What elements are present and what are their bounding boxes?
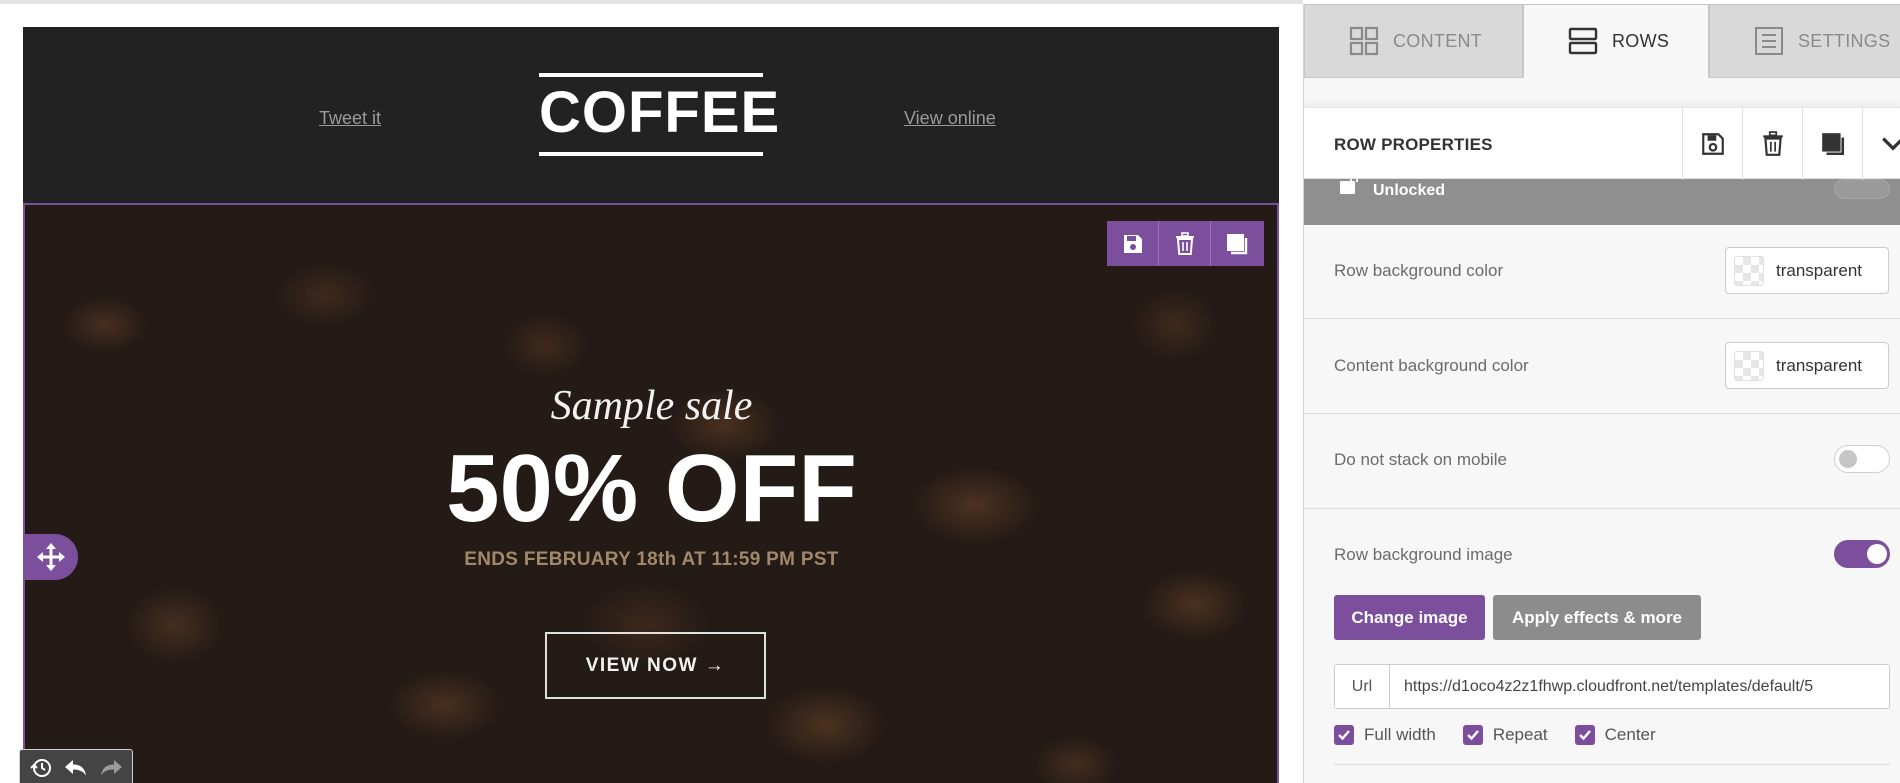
duplicate-icon xyxy=(1227,233,1248,254)
view-now-button[interactable]: VIEW NOW → xyxy=(545,632,766,699)
row-background-color-row: Row background color transparent xyxy=(1304,225,1900,319)
tab-content-label: CONTENT xyxy=(1393,30,1483,51)
grid-icon xyxy=(1349,26,1379,56)
full-width-checkbox[interactable]: Full width xyxy=(1334,725,1436,745)
panel-delete-button[interactable] xyxy=(1742,108,1802,180)
trash-icon xyxy=(1762,131,1783,156)
row-toolbar xyxy=(1107,221,1264,266)
toggle-knob xyxy=(1839,450,1857,468)
tab-settings[interactable]: SETTINGS xyxy=(1709,4,1900,78)
tab-content[interactable]: CONTENT xyxy=(1304,4,1523,78)
url-input[interactable]: https://d1oco4z2z1fhwp.cloudfront.net/te… xyxy=(1390,678,1813,696)
chevron-down-icon xyxy=(1881,137,1900,151)
properties-sidebar: CONTENT ROWS SETTINGS ROW PROPERTIES Unl… xyxy=(1303,4,1900,783)
row-background-color-value: transparent xyxy=(1776,260,1862,280)
save-icon xyxy=(1123,234,1142,253)
view-online-link[interactable]: View online xyxy=(904,108,996,129)
background-url-field[interactable]: Url https://d1oco4z2z1fhwp.cloudfront.ne… xyxy=(1334,664,1890,709)
history-icon xyxy=(30,759,52,777)
checkmark-icon xyxy=(1334,725,1354,745)
tab-rows-label: ROWS xyxy=(1612,30,1670,51)
toggle-knob xyxy=(1867,544,1887,564)
tab-settings-label: SETTINGS xyxy=(1798,30,1891,51)
row-background-image-toggle[interactable] xyxy=(1834,540,1890,568)
url-label: Url xyxy=(1335,665,1390,708)
unlock-icon xyxy=(1340,179,1358,194)
coffee-logo[interactable]: COFFEE xyxy=(539,73,781,156)
no-stack-mobile-row: Do not stack on mobile xyxy=(1304,415,1900,509)
row-duplicate-button[interactable] xyxy=(1211,221,1263,266)
sample-sale-text: Sample sale xyxy=(550,383,753,429)
tweet-link[interactable]: Tweet it xyxy=(319,108,381,129)
move-icon xyxy=(36,543,65,571)
redo-button[interactable] xyxy=(95,752,127,783)
panel-save-button[interactable] xyxy=(1682,108,1742,180)
lock-status-bar: Unlocked xyxy=(1304,179,1900,225)
change-image-button[interactable]: Change image xyxy=(1334,595,1485,640)
save-icon xyxy=(1701,133,1724,155)
row-move-handle[interactable] xyxy=(23,534,78,580)
repeat-checkbox[interactable]: Repeat xyxy=(1462,725,1548,745)
trash-icon xyxy=(1175,231,1194,255)
row-properties-title: ROW PROPERTIES xyxy=(1334,135,1493,154)
row-save-button[interactable] xyxy=(1107,221,1159,266)
email-canvas: Tweet it COFFEE View online Sample sale … xyxy=(0,4,1303,783)
full-width-label: Full width xyxy=(1364,725,1436,744)
logo-text: COFFEE xyxy=(539,80,781,145)
no-stack-mobile-label: Do not stack on mobile xyxy=(1334,450,1507,469)
history-toolbar xyxy=(19,749,133,783)
row-background-image-label: Row background image xyxy=(1334,545,1513,564)
unlocked-label: Unlocked xyxy=(1373,182,1446,199)
settings-list-icon xyxy=(1754,26,1784,56)
center-label: Center xyxy=(1604,725,1656,744)
history-button[interactable] xyxy=(25,752,57,783)
undo-icon xyxy=(64,760,86,776)
no-stack-mobile-toggle[interactable] xyxy=(1834,445,1890,473)
transparent-swatch xyxy=(1734,350,1764,381)
section-divider xyxy=(1334,764,1890,765)
panel-duplicate-button[interactable] xyxy=(1802,108,1862,180)
content-background-color-value: transparent xyxy=(1776,355,1862,375)
content-background-color-picker[interactable]: transparent xyxy=(1725,342,1889,389)
content-background-color-row: Content background color transparent xyxy=(1304,320,1900,414)
row-properties-actions xyxy=(1682,108,1900,180)
duplicate-icon xyxy=(1821,133,1844,156)
apply-effects-button[interactable]: Apply effects & more xyxy=(1493,595,1701,640)
row-delete-button[interactable] xyxy=(1159,221,1211,266)
rows-icon xyxy=(1568,26,1598,56)
checkmark-icon xyxy=(1462,725,1483,745)
redo-icon xyxy=(100,760,122,776)
email-header-row[interactable]: Tweet it COFFEE View online xyxy=(23,27,1279,205)
app-root: Tweet it COFFEE View online Sample sale … xyxy=(0,0,1900,783)
transparent-swatch xyxy=(1734,255,1764,286)
row-background-color-label: Row background color xyxy=(1334,261,1504,280)
checkmark-icon xyxy=(1574,725,1595,745)
row-properties-header: ROW PROPERTIES xyxy=(1304,107,1900,180)
lock-toggle[interactable] xyxy=(1834,179,1890,199)
tab-rows[interactable]: ROWS xyxy=(1523,4,1709,78)
panel-collapse-button[interactable] xyxy=(1862,108,1900,180)
sale-ends-text: ENDS FEBRUARY 18th AT 11:59 PM PST xyxy=(464,549,839,570)
sidebar-tabs: CONTENT ROWS SETTINGS xyxy=(1304,4,1900,79)
center-checkbox[interactable]: Center xyxy=(1574,725,1656,745)
content-background-color-label: Content background color xyxy=(1334,356,1529,375)
row-background-color-picker[interactable]: transparent xyxy=(1725,247,1889,294)
discount-headline: 50% OFF xyxy=(446,435,857,542)
undo-button[interactable] xyxy=(60,752,92,783)
repeat-label: Repeat xyxy=(1492,725,1548,744)
image-options: Full width Repeat Center xyxy=(1334,725,1656,745)
